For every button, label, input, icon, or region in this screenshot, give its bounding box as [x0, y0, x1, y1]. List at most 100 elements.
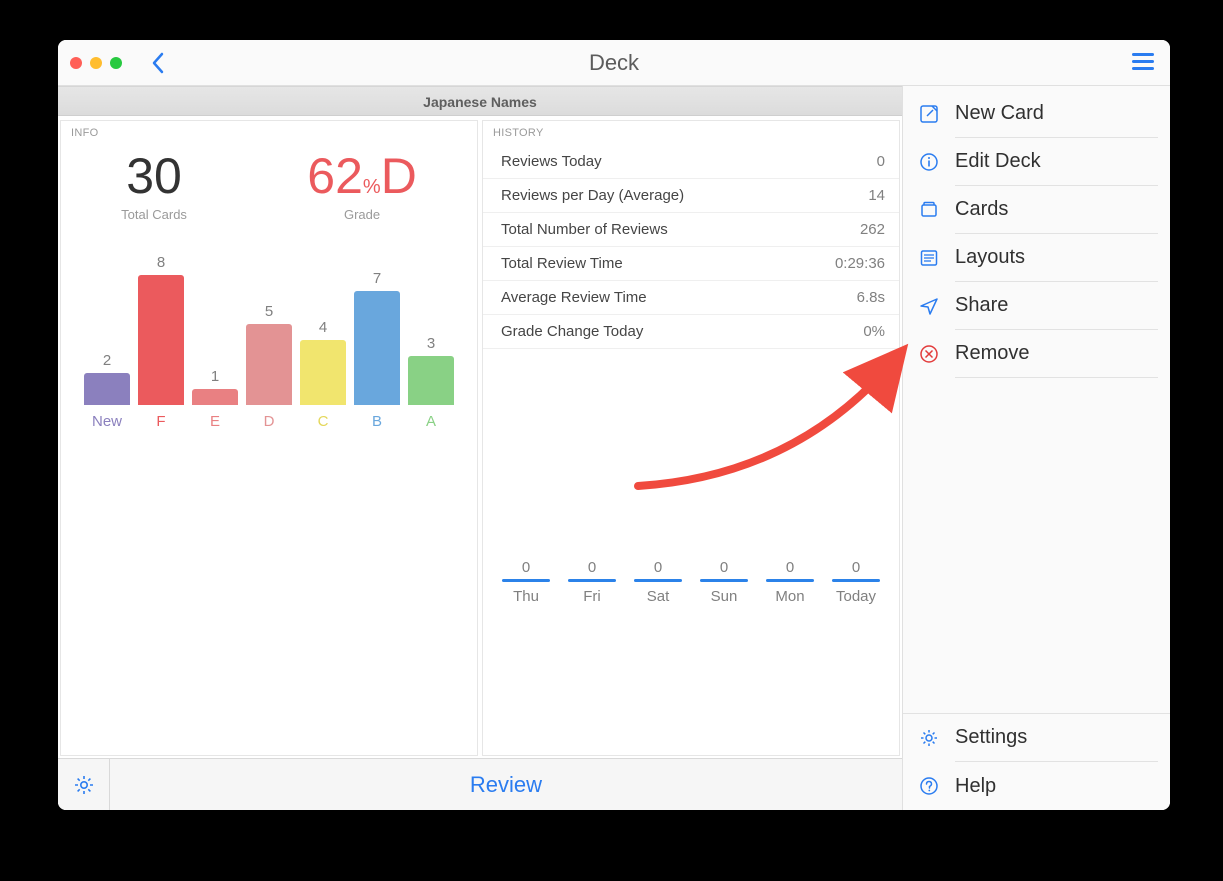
- sidebar-item-share[interactable]: Share: [903, 282, 1170, 330]
- grade-label: Grade: [307, 207, 417, 222]
- remove-icon: [917, 344, 941, 364]
- bottom-toolbar: Review: [58, 758, 902, 810]
- sidebar-item-label: Share: [955, 294, 1008, 317]
- new-card-icon: [917, 104, 941, 124]
- deck-name-header: Japanese Names: [58, 86, 902, 116]
- grade-percent-sign: %: [363, 176, 381, 198]
- grade-stat: 62%D Grade: [307, 151, 417, 222]
- sidebar-item-cards[interactable]: Cards: [903, 186, 1170, 234]
- info-icon: [917, 152, 941, 172]
- day-column: 0 Sun: [698, 559, 750, 605]
- day-bar: [700, 579, 748, 582]
- sidebar-item-new-card[interactable]: New Card: [903, 90, 1170, 138]
- bar-category-label: D: [264, 413, 275, 430]
- history-row-value: 14: [868, 187, 885, 204]
- minimize-window-button[interactable]: [90, 57, 102, 69]
- bar-category-label: E: [210, 413, 220, 430]
- bar-b: 7B: [352, 270, 402, 430]
- sidebar-item-layouts[interactable]: Layouts: [903, 234, 1170, 282]
- bar-f: 8F: [136, 254, 186, 430]
- sidebar-item-edit-deck[interactable]: Edit Deck: [903, 138, 1170, 186]
- day-column: 0 Sat: [632, 559, 684, 605]
- traffic-lights: [70, 57, 122, 69]
- day-label: Today: [830, 588, 882, 605]
- cards-icon: [917, 200, 941, 220]
- day-bar: [568, 579, 616, 582]
- total-cards-stat: 30 Total Cards: [121, 151, 187, 222]
- day-value: 0: [566, 559, 618, 576]
- bar: [192, 389, 238, 405]
- sidebar-item-remove[interactable]: Remove: [903, 330, 1170, 378]
- grade-value: 62: [307, 148, 363, 204]
- bar-d: 5D: [244, 303, 294, 430]
- bar-category-label: New: [92, 413, 122, 430]
- day-label: Sat: [632, 588, 684, 605]
- sidebar-item-label: Cards: [955, 198, 1008, 221]
- history-row-value: 262: [860, 221, 885, 238]
- share-icon: [917, 296, 941, 316]
- gear-icon: [72, 773, 96, 797]
- history-row-value: 0%: [863, 323, 885, 340]
- sidebar-item-label: Edit Deck: [955, 150, 1041, 173]
- day-bar: [502, 579, 550, 582]
- day-bar: [634, 579, 682, 582]
- day-label: Sun: [698, 588, 750, 605]
- history-row: Total Number of Reviews 262: [483, 213, 899, 247]
- day-value: 0: [764, 559, 816, 576]
- titlebar: Deck: [58, 40, 1170, 86]
- day-bar: [832, 579, 880, 582]
- bar: [354, 291, 400, 405]
- history-panel: HISTORY Reviews Today0Reviews per Day (A…: [482, 120, 900, 756]
- history-list: Reviews Today0 Reviews per Day (Average) 1…: [483, 145, 899, 349]
- menu-button[interactable]: [1130, 50, 1156, 72]
- layouts-icon: [917, 248, 941, 268]
- history-row: Total Review Time0:29:36: [483, 247, 899, 281]
- daily-reviews-chart: 0Thu0Fri0Sat0Sun0Mon0Today: [483, 559, 899, 605]
- bar-value-label: 8: [157, 254, 165, 271]
- bar: [300, 340, 346, 405]
- back-button[interactable]: [150, 51, 166, 75]
- history-row-label: Total Number of Reviews: [501, 221, 668, 238]
- review-button[interactable]: Review: [110, 772, 902, 798]
- main-content: Japanese Names INFO 30 Total Cards 62%D: [58, 86, 902, 810]
- bar: [138, 275, 184, 405]
- history-row: Reviews per Day (Average) 14: [483, 179, 899, 213]
- bar-category-label: F: [156, 413, 165, 430]
- day-label: Fri: [566, 588, 618, 605]
- day-label: Thu: [500, 588, 552, 605]
- bar-value-label: 5: [265, 303, 273, 320]
- bar-a: 3A: [406, 335, 456, 430]
- day-value: 0: [632, 559, 684, 576]
- close-window-button[interactable]: [70, 57, 82, 69]
- sidebar-item-label: Help: [955, 775, 996, 798]
- grade-letter: D: [381, 148, 417, 204]
- bar-new: 2 New: [82, 352, 132, 431]
- settings-icon: [917, 728, 941, 748]
- deck-settings-button[interactable]: [58, 759, 110, 811]
- history-row-label: Grade Change Today: [501, 323, 643, 340]
- history-row: Reviews Today0: [483, 145, 899, 179]
- bar-value-label: 7: [373, 270, 381, 287]
- sidebar-item-label: New Card: [955, 102, 1044, 125]
- bar-category-label: B: [372, 413, 382, 430]
- total-cards-label: Total Cards: [121, 207, 187, 222]
- history-row-value: 0:29:36: [835, 255, 885, 272]
- zoom-window-button[interactable]: [110, 57, 122, 69]
- day-column: 0 Mon: [764, 559, 816, 605]
- total-cards-value: 30: [121, 151, 187, 201]
- bar: [408, 356, 454, 405]
- history-row-label: Reviews Today: [501, 153, 602, 170]
- sidebar-item-settings[interactable]: Settings: [903, 714, 1170, 762]
- bar: [84, 373, 130, 406]
- sidebar-item-help[interactable]: Help: [903, 762, 1170, 810]
- info-panel: INFO 30 Total Cards 62%D Grade: [60, 120, 478, 756]
- bar-category-label: A: [426, 413, 436, 430]
- day-label: Mon: [764, 588, 816, 605]
- sidebar-item-label: Remove: [955, 342, 1029, 365]
- bar-value-label: 4: [319, 319, 327, 336]
- bar-value-label: 2: [103, 352, 111, 369]
- day-value: 0: [830, 559, 882, 576]
- day-value: 0: [698, 559, 750, 576]
- history-row-label: Reviews per Day (Average): [501, 187, 684, 204]
- day-column: 0 Today: [830, 559, 882, 605]
